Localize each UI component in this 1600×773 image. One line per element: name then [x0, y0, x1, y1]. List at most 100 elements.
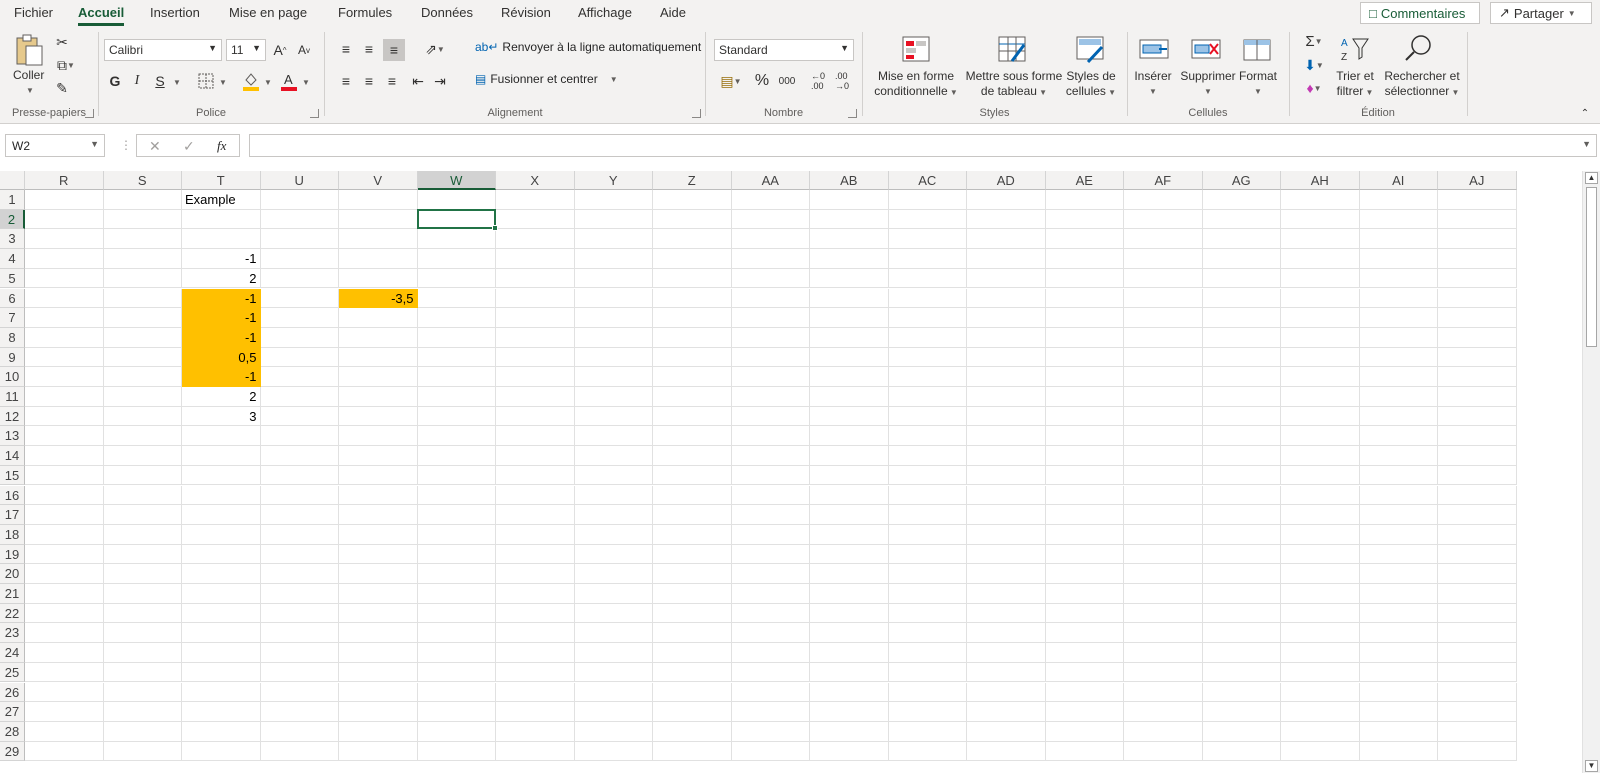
cell-ab15[interactable] [810, 465, 889, 486]
cell-x19[interactable] [496, 544, 575, 565]
cell-ac20[interactable] [888, 564, 967, 584]
cell-r25[interactable] [25, 662, 104, 683]
cell-w19[interactable] [417, 544, 496, 565]
cell-ad9[interactable] [967, 347, 1046, 368]
cancel-icon[interactable]: ✕ [149, 138, 161, 155]
cell-ae28[interactable] [1045, 721, 1124, 742]
cell-w23[interactable] [417, 623, 496, 644]
cell-w25[interactable] [417, 662, 496, 683]
cell-ac27[interactable] [888, 702, 967, 722]
row-header[interactable]: 11 [0, 387, 25, 407]
magnifier-icon[interactable] [1402, 32, 1434, 64]
cell-ab9[interactable] [810, 347, 889, 368]
chevron-down-icon[interactable]: ▼ [173, 78, 181, 87]
cell-aa9[interactable] [731, 347, 810, 368]
cell-ae17[interactable] [1045, 505, 1124, 525]
cell-ai7[interactable] [1359, 308, 1438, 328]
cell-t8[interactable]: -1 [182, 327, 261, 348]
cell-ai9[interactable] [1359, 347, 1438, 368]
cell-r27[interactable] [25, 702, 104, 722]
cell-ac24[interactable] [888, 643, 967, 663]
cell-ae6[interactable] [1045, 288, 1124, 309]
italic-button[interactable]: I [129, 72, 145, 90]
font-color-icon[interactable]: A [280, 70, 298, 92]
cell-af16[interactable] [1124, 485, 1203, 506]
cell-w20[interactable] [417, 564, 496, 584]
cell-x2[interactable] [496, 209, 575, 230]
decrease-indent-icon[interactable]: ⇤ [409, 72, 427, 90]
cell-w10[interactable] [417, 367, 496, 387]
cell-v10[interactable] [339, 367, 418, 387]
cell-ah24[interactable] [1281, 643, 1360, 663]
cell-ag2[interactable] [1202, 209, 1281, 230]
fill-icon[interactable]: ⬇ ▼ [1298, 56, 1330, 74]
cell-z5[interactable] [653, 268, 732, 289]
column-header-z[interactable]: Z [653, 171, 732, 190]
cell-ad19[interactable] [967, 544, 1046, 565]
cell-x10[interactable] [496, 367, 575, 387]
cell-aa29[interactable] [731, 741, 810, 762]
tab-accueil[interactable]: Accueil [78, 5, 125, 26]
cell-ab10[interactable] [810, 367, 889, 387]
cell-aj8[interactable] [1438, 327, 1517, 348]
cell-s5[interactable] [103, 268, 182, 289]
cell-ad17[interactable] [967, 505, 1046, 525]
cell-z12[interactable] [653, 406, 732, 427]
row-header[interactable]: 16 [0, 485, 25, 506]
cell-ag26[interactable] [1202, 682, 1281, 703]
cell-aj15[interactable] [1438, 465, 1517, 486]
cell-y2[interactable] [574, 209, 653, 230]
cell-s15[interactable] [103, 465, 182, 486]
cell-ae22[interactable] [1045, 603, 1124, 624]
cell-s4[interactable] [103, 249, 182, 269]
cell-ae27[interactable] [1045, 702, 1124, 722]
cell-aj1[interactable] [1438, 190, 1517, 210]
cell-af13[interactable] [1124, 426, 1203, 447]
cell-ae29[interactable] [1045, 741, 1124, 762]
cell-aj14[interactable] [1438, 446, 1517, 466]
cell-r7[interactable] [25, 308, 104, 328]
cell-y28[interactable] [574, 721, 653, 742]
cell-aa28[interactable] [731, 721, 810, 742]
cell-u10[interactable] [260, 367, 339, 387]
cell-x8[interactable] [496, 327, 575, 348]
cell-y23[interactable] [574, 623, 653, 644]
cell-ad13[interactable] [967, 426, 1046, 447]
cell-ah28[interactable] [1281, 721, 1360, 742]
cell-aa5[interactable] [731, 268, 810, 289]
cell-w4[interactable] [417, 249, 496, 269]
cell-ag14[interactable] [1202, 446, 1281, 466]
insert-button[interactable]: Insérer ▼ [1130, 69, 1176, 99]
cell-ah22[interactable] [1281, 603, 1360, 624]
cell-ab2[interactable] [810, 209, 889, 230]
cell-s11[interactable] [103, 387, 182, 407]
cell-ab28[interactable] [810, 721, 889, 742]
row-header[interactable]: 1 [0, 190, 25, 210]
cell-s17[interactable] [103, 505, 182, 525]
clear-icon[interactable]: ♦ ▼ [1298, 79, 1330, 97]
merge-center-button[interactable]: ▤ Fusionner et centrer ▼ [475, 72, 618, 86]
cell-ac21[interactable] [888, 584, 967, 604]
cell-r19[interactable] [25, 544, 104, 565]
cell-w3[interactable] [417, 229, 496, 250]
cell-ac23[interactable] [888, 623, 967, 644]
cell-u19[interactable] [260, 544, 339, 565]
cell-y4[interactable] [574, 249, 653, 269]
cell-ab5[interactable] [810, 268, 889, 289]
cell-aj3[interactable] [1438, 229, 1517, 250]
cell-ae3[interactable] [1045, 229, 1124, 250]
cell-v29[interactable] [339, 741, 418, 762]
cell-aj20[interactable] [1438, 564, 1517, 584]
cell-ad12[interactable] [967, 406, 1046, 427]
cell-ac14[interactable] [888, 446, 967, 466]
cell-z24[interactable] [653, 643, 732, 663]
dialog-launcher-icon[interactable] [85, 109, 94, 118]
cell-v9[interactable] [339, 347, 418, 368]
cell-t5[interactable]: 2 [182, 268, 261, 289]
cell-y20[interactable] [574, 564, 653, 584]
cell-v16[interactable] [339, 485, 418, 506]
cell-ab26[interactable] [810, 682, 889, 703]
cell-aj6[interactable] [1438, 288, 1517, 309]
cell-ai15[interactable] [1359, 465, 1438, 486]
cell-t20[interactable] [182, 564, 261, 584]
